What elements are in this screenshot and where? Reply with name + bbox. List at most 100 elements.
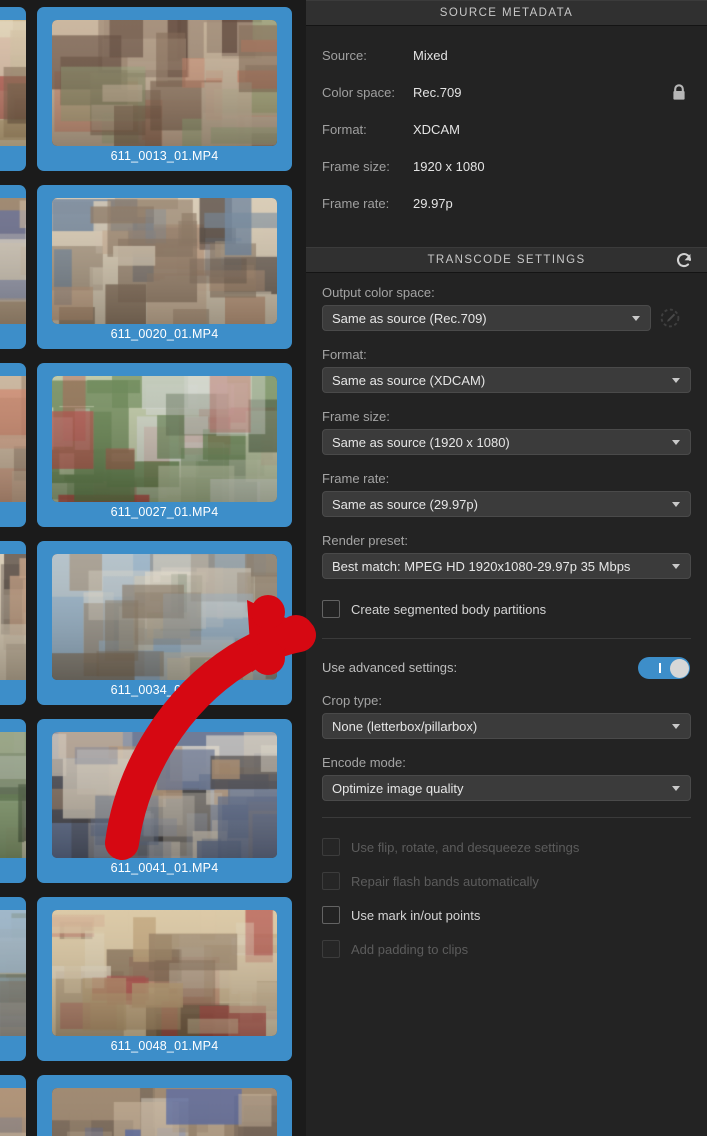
crop-type-value: None (letterbox/pillarbox) xyxy=(332,718,478,734)
metadata-row-frame-rate: Frame rate: 29.97p xyxy=(306,196,707,233)
lock-icon[interactable] xyxy=(669,82,689,104)
format-dropdown[interactable]: Same as source (XDCAM) xyxy=(322,367,691,393)
segmented-partitions-checkbox[interactable] xyxy=(322,600,340,618)
clip-thumbnail-image xyxy=(0,376,26,502)
clip-thumbnail[interactable]: 611_0020_01.MP4 xyxy=(37,185,292,349)
clip-thumbnail-image xyxy=(52,554,277,680)
settings-divider xyxy=(322,638,691,639)
segmented-partitions-checkbox-row[interactable]: Create segmented body partitions xyxy=(322,596,707,622)
option-row-mark-in-out[interactable]: Use mark in/out points xyxy=(322,898,707,932)
advanced-settings-row[interactable]: Use advanced settings: xyxy=(306,653,707,687)
clip-filename-label: 611_0013_01.MP4 xyxy=(110,149,219,163)
add-padding-label: Add padding to clips xyxy=(351,941,469,957)
crop-type-label: Crop type: xyxy=(322,693,382,708)
chevron-down-icon xyxy=(672,724,680,729)
clip-thumbnail-image xyxy=(52,910,277,1036)
toggle-on-mark xyxy=(659,663,661,673)
clip-thumbnail-image xyxy=(52,20,277,146)
clip-thumbnail-partial[interactable] xyxy=(0,897,26,1061)
metadata-row-color-space: Color space: Rec.709 xyxy=(306,82,707,122)
option-row-add-padding: Add padding to clips xyxy=(322,932,707,966)
encode-mode-value: Optimize image quality xyxy=(332,780,464,796)
render-preset-dropdown[interactable]: Best match: MPEG HD 1920x1080-29.97p 35 … xyxy=(322,553,691,579)
option-row-flash-bands: Repair flash bands automatically xyxy=(322,864,707,898)
metadata-row-frame-size: Frame size: 1920 x 1080 xyxy=(306,159,707,196)
flash-bands-label: Repair flash bands automatically xyxy=(351,873,539,889)
eyedropper-icon xyxy=(658,306,682,330)
metadata-value: 1920 x 1080 xyxy=(413,159,485,174)
metadata-label: Format: xyxy=(322,122,367,137)
source-metadata-title: SOURCE METADATA xyxy=(439,7,574,19)
clip-thumbnail[interactable]: 611_0048_01.MP4 xyxy=(37,897,292,1061)
advanced-settings-toggle[interactable] xyxy=(638,657,690,679)
clip-thumbnail[interactable]: 611_0027_01.MP4 xyxy=(37,363,292,527)
clip-thumbnail-image xyxy=(52,376,277,502)
clip-thumbnail-image xyxy=(0,732,26,858)
chevron-down-icon xyxy=(672,378,680,383)
clip-filename-label: 611_0041_01.MP4 xyxy=(110,861,219,875)
metadata-value: XDCAM xyxy=(413,122,460,137)
frame-rate-label: Frame rate: xyxy=(322,471,390,486)
clip-browser-panel[interactable]: 611_0013_01.MP4 611_0020_01.MP4 611_0027_0… xyxy=(0,0,306,1136)
clip-thumbnail-image xyxy=(52,1088,277,1136)
chevron-down-icon xyxy=(672,440,680,445)
chevron-down-icon xyxy=(672,564,680,569)
chevron-down-icon xyxy=(672,502,680,507)
metadata-row-source: Source: Mixed xyxy=(306,48,707,85)
frame-rate-dropdown[interactable]: Same as source (29.97p) xyxy=(322,491,691,517)
mark-in-out-checkbox[interactable] xyxy=(322,906,340,924)
source-metadata-header: SOURCE METADATA xyxy=(306,0,707,26)
transcode-settings-body: Output color space: Same as source (Rec.… xyxy=(306,273,707,966)
clip-thumbnail[interactable]: 611_0013_01.MP4 xyxy=(37,7,292,171)
render-preset-label: Render preset: xyxy=(322,533,408,548)
output-color-space-dropdown[interactable]: Same as source (Rec.709) xyxy=(322,305,651,331)
clip-thumbnail-image xyxy=(0,554,26,680)
flip-rotate-checkbox xyxy=(322,838,340,856)
flash-bands-checkbox xyxy=(322,872,340,890)
output-color-space-value: Same as source (Rec.709) xyxy=(332,310,487,326)
metadata-label: Source: xyxy=(322,48,367,63)
render-preset-value: Best match: MPEG HD 1920x1080-29.97p 35 … xyxy=(332,558,631,574)
clip-thumbnail-partial[interactable] xyxy=(0,719,26,883)
output-color-space-label: Output color space: xyxy=(322,285,435,300)
clip-thumbnail-partial[interactable] xyxy=(0,7,26,171)
chevron-down-icon xyxy=(632,316,640,321)
toggle-knob xyxy=(669,658,689,678)
clip-thumbnail-image xyxy=(52,198,277,324)
frame-rate-value: Same as source (29.97p) xyxy=(332,496,478,512)
clip-thumbnail-image xyxy=(52,732,277,858)
transcode-settings-title: TRANSCODE SETTINGS xyxy=(427,254,586,266)
clip-filename-label: 611_0034_01.MP4 xyxy=(110,683,219,697)
metadata-label: Frame rate: xyxy=(322,196,390,211)
metadata-label: Frame size: xyxy=(322,159,390,174)
metadata-value: 29.97p xyxy=(413,196,453,211)
frame-size-label: Frame size: xyxy=(322,409,390,424)
clip-thumbnail[interactable] xyxy=(37,1075,292,1136)
clip-thumbnail-partial[interactable] xyxy=(0,541,26,705)
advanced-settings-label: Use advanced settings: xyxy=(322,660,458,675)
clip-thumbnail-image xyxy=(0,20,26,146)
frame-size-dropdown[interactable]: Same as source (1920 x 1080) xyxy=(322,429,691,455)
crop-type-dropdown[interactable]: None (letterbox/pillarbox) xyxy=(322,713,691,739)
chevron-down-icon xyxy=(672,786,680,791)
format-label: Format: xyxy=(322,347,367,362)
mark-in-out-label: Use mark in/out points xyxy=(351,907,481,923)
clip-filename-label: 611_0027_01.MP4 xyxy=(110,505,219,519)
clip-thumbnail-partial[interactable] xyxy=(0,363,26,527)
clip-thumbnail-image xyxy=(0,1088,26,1136)
encode-mode-dropdown[interactable]: Optimize image quality xyxy=(322,775,691,801)
clip-thumbnail-partial[interactable] xyxy=(0,1075,26,1136)
option-row-flip-rotate: Use flip, rotate, and desqueeze settings xyxy=(322,830,707,864)
clip-thumbnail[interactable]: 611_0034_01.MP4 xyxy=(37,541,292,705)
clip-filename-label: 611_0020_01.MP4 xyxy=(110,327,219,341)
clip-thumbnail[interactable]: 611_0041_01.MP4 xyxy=(37,719,292,883)
add-padding-checkbox xyxy=(322,940,340,958)
metadata-row-format: Format: XDCAM xyxy=(306,122,707,159)
segmented-partitions-label: Create segmented body partitions xyxy=(351,601,547,617)
metadata-value: Mixed xyxy=(413,48,448,63)
metadata-label: Color space: xyxy=(322,85,395,100)
flip-rotate-label: Use flip, rotate, and desqueeze settings xyxy=(351,839,580,855)
transcode-settings-screen: 611_0013_01.MP4 611_0020_01.MP4 611_0027_0… xyxy=(0,0,707,1136)
clip-thumbnail-partial[interactable] xyxy=(0,185,26,349)
refresh-icon[interactable] xyxy=(674,250,694,270)
